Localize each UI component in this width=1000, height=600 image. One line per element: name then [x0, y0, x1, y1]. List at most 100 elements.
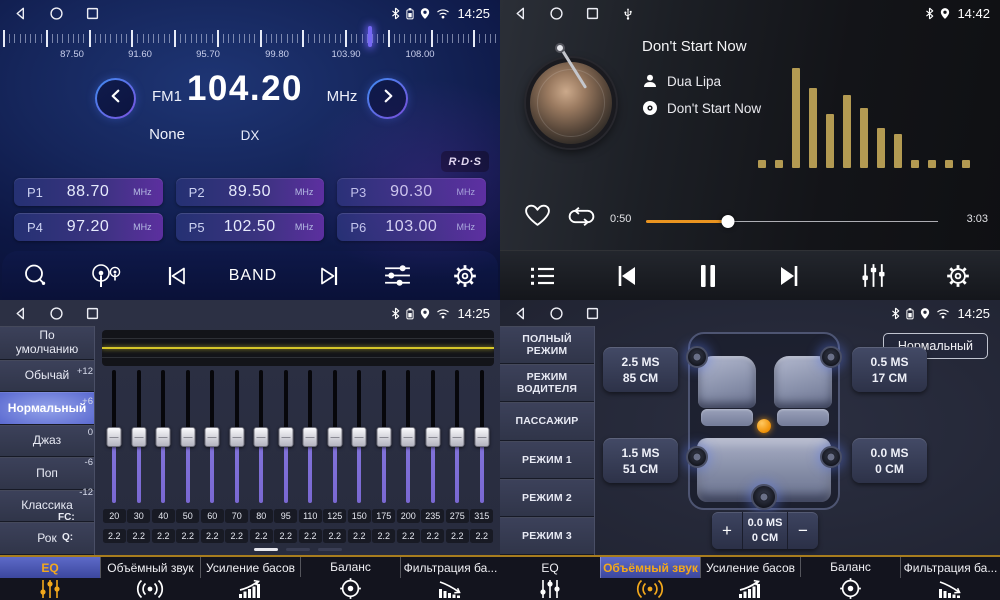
slider-handle[interactable]	[131, 427, 146, 447]
tab-bass-boost[interactable]: Усиление басов	[700, 557, 800, 600]
eq-band-slider[interactable]	[445, 370, 470, 503]
repeat-icon[interactable]	[566, 205, 597, 233]
search-icon[interactable]	[22, 262, 49, 289]
nav-back-icon[interactable]	[510, 306, 530, 321]
surround-mode-item[interactable]: РЕЖИМ 2	[500, 479, 594, 517]
previous-track-icon[interactable]	[613, 264, 639, 288]
seek-bar[interactable]	[646, 219, 938, 224]
eq-preset-item[interactable]: Рок	[0, 522, 94, 555]
eq-band-slider[interactable]	[470, 370, 495, 503]
eq-band-slider[interactable]	[396, 370, 421, 503]
tick	[377, 34, 378, 43]
page-indicator[interactable]	[286, 548, 310, 551]
nav-recents-icon[interactable]	[82, 6, 102, 21]
preset-button-p5[interactable]: P5102.50MHz	[176, 213, 325, 241]
nav-recents-icon[interactable]	[582, 306, 602, 321]
band-button[interactable]: BAND	[229, 267, 277, 285]
slider-handle[interactable]	[107, 427, 122, 447]
front-right-delay-button[interactable]: 0.5 MS 17 CM	[852, 347, 927, 392]
eq-band-slider[interactable]	[298, 370, 323, 503]
tab-balance[interactable]: Баланс	[300, 557, 400, 600]
nav-home-icon[interactable]	[546, 306, 566, 321]
tune-up-button[interactable]	[367, 78, 408, 119]
nav-back-icon[interactable]	[510, 6, 530, 21]
eq-band-slider[interactable]	[151, 370, 176, 503]
slider-handle[interactable]	[156, 427, 171, 447]
rear-left-delay-button[interactable]: 1.5 MS 51 CM	[603, 438, 678, 483]
slider-handle[interactable]	[376, 427, 391, 447]
tab-eq-sliders[interactable]: EQ	[500, 557, 600, 600]
tab-filter[interactable]: Фильтрация ба...	[900, 557, 1000, 600]
eq-preset-item[interactable]: По умолчанию	[0, 326, 94, 360]
decrease-delay-button[interactable]: −	[788, 512, 818, 549]
eq-band-slider[interactable]	[127, 370, 152, 503]
eq-band-slider[interactable]	[225, 370, 250, 503]
preset-button-p1[interactable]: P188.70MHz	[14, 178, 163, 206]
nav-recents-icon[interactable]	[82, 306, 102, 321]
slider-handle[interactable]	[401, 427, 416, 447]
tab-surround[interactable]: Объёмный звук	[100, 557, 200, 600]
nav-recents-icon[interactable]	[582, 6, 602, 21]
audio-settings-icon[interactable]	[383, 263, 412, 288]
nav-home-icon[interactable]	[46, 6, 66, 21]
next-station-icon[interactable]	[317, 265, 343, 287]
rear-right-delay-button[interactable]: 0.0 MS 0 CM	[852, 438, 927, 483]
tab-label: Усиление басов	[200, 557, 300, 578]
surround-mode-item[interactable]: ПАССАЖИР	[500, 402, 594, 440]
tab-bass-boost[interactable]: Усиление басов	[200, 557, 300, 600]
eq-band-slider[interactable]	[249, 370, 274, 503]
previous-station-icon[interactable]	[163, 265, 189, 287]
favorite-heart-icon[interactable]	[524, 203, 551, 233]
front-left-delay-button[interactable]: 2.5 MS 85 CM	[603, 347, 678, 392]
slider-handle[interactable]	[229, 427, 244, 447]
preset-button-p2[interactable]: P289.50MHz	[176, 178, 325, 206]
tab-eq-sliders[interactable]: EQ	[0, 557, 100, 600]
tick	[372, 34, 373, 43]
slider-handle[interactable]	[352, 427, 367, 447]
tab-balance[interactable]: Баланс	[800, 557, 900, 600]
slider-handle[interactable]	[425, 427, 440, 447]
eq-band-slider[interactable]	[421, 370, 446, 503]
nav-home-icon[interactable]	[46, 306, 66, 321]
eq-band-slider[interactable]	[372, 370, 397, 503]
slider-handle[interactable]	[278, 427, 293, 447]
gear-icon[interactable]	[945, 263, 971, 289]
increase-delay-button[interactable]: +	[712, 512, 742, 549]
pause-icon[interactable]	[697, 263, 719, 289]
slider-handle[interactable]	[303, 427, 318, 447]
tick	[174, 30, 176, 47]
slider-handle[interactable]	[205, 427, 220, 447]
eq-band-slider[interactable]	[102, 370, 127, 503]
eq-band-slider[interactable]	[323, 370, 348, 503]
surround-mode-item[interactable]: ПОЛНЫЙ РЕЖИМ	[500, 326, 594, 364]
surround-mode-item[interactable]: РЕЖИМ 3	[500, 517, 594, 555]
tab-filter[interactable]: Фильтрация ба...	[400, 557, 500, 600]
preset-button-p6[interactable]: P6103.00MHz	[337, 213, 486, 241]
surround-mode-item[interactable]: РЕЖИМ 1	[500, 441, 594, 479]
next-track-icon[interactable]	[777, 264, 803, 288]
nav-back-icon[interactable]	[10, 6, 30, 21]
progress-knob[interactable]	[721, 215, 734, 228]
playlist-icon[interactable]	[529, 265, 556, 287]
nav-back-icon[interactable]	[10, 306, 30, 321]
page-indicator[interactable]	[254, 548, 278, 551]
eq-band-slider[interactable]	[200, 370, 225, 503]
slider-handle[interactable]	[327, 427, 342, 447]
equalizer-shortcut-icon[interactable]	[860, 262, 887, 289]
surround-mode-item[interactable]: РЕЖИМ ВОДИТЕЛЯ	[500, 364, 594, 402]
radio-tuning-pointer[interactable]	[368, 26, 372, 47]
eq-band-slider[interactable]	[347, 370, 372, 503]
tab-surround[interactable]: Объёмный звук	[600, 557, 700, 600]
gear-icon[interactable]	[452, 263, 478, 289]
page-indicator[interactable]	[318, 548, 342, 551]
eq-band-slider[interactable]	[274, 370, 299, 503]
eq-band-slider[interactable]	[176, 370, 201, 503]
slider-handle[interactable]	[450, 427, 465, 447]
preset-button-p3[interactable]: P390.30MHz	[337, 178, 486, 206]
broadcast-scan-icon[interactable]	[89, 262, 123, 289]
preset-button-p4[interactable]: P497.20MHz	[14, 213, 163, 241]
slider-handle[interactable]	[254, 427, 269, 447]
slider-handle[interactable]	[474, 427, 489, 447]
nav-home-icon[interactable]	[546, 6, 566, 21]
slider-handle[interactable]	[180, 427, 195, 447]
